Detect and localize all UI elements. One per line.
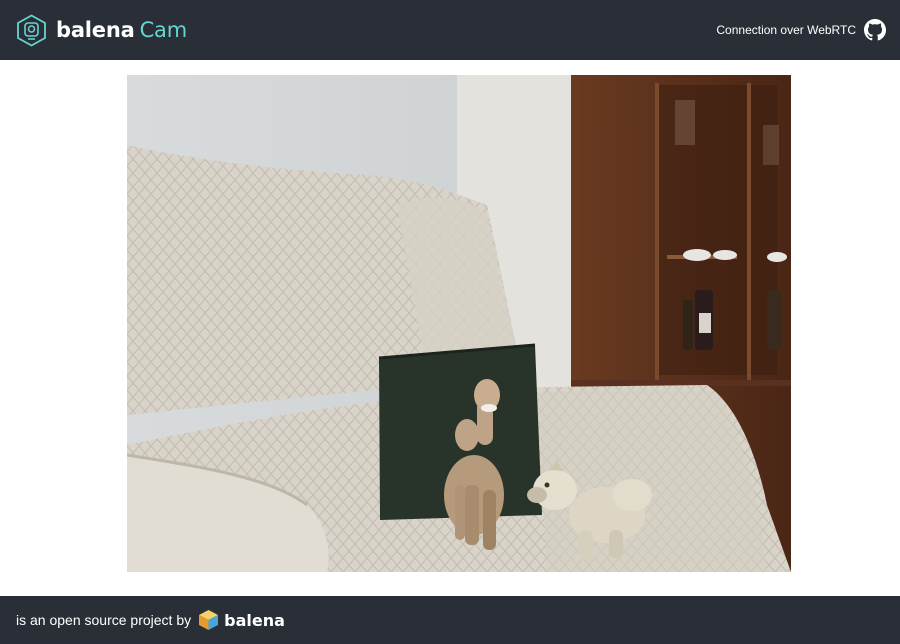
- brand-name-primary: balena: [56, 18, 135, 42]
- camera-stream-video[interactable]: [127, 75, 791, 572]
- footer-bar: is an open source project by balena: [0, 596, 900, 644]
- github-icon[interactable]: [864, 19, 886, 41]
- footer-description: is an open source project by: [16, 612, 192, 628]
- camera-frame: [127, 75, 791, 572]
- brand[interactable]: balena Cam: [16, 13, 187, 47]
- balena-cube-icon[interactable]: [198, 609, 219, 631]
- balenacam-logo-icon: [17, 13, 46, 47]
- connection-status-text: Connection over WebRTC: [716, 23, 856, 37]
- footer-brand-link[interactable]: balena: [224, 611, 285, 630]
- connection-info: Connection over WebRTC: [716, 19, 886, 41]
- brand-name-secondary: Cam: [139, 18, 188, 42]
- brand-name: balena Cam: [56, 18, 187, 42]
- top-bar: balena Cam Connection over WebRTC: [0, 0, 900, 60]
